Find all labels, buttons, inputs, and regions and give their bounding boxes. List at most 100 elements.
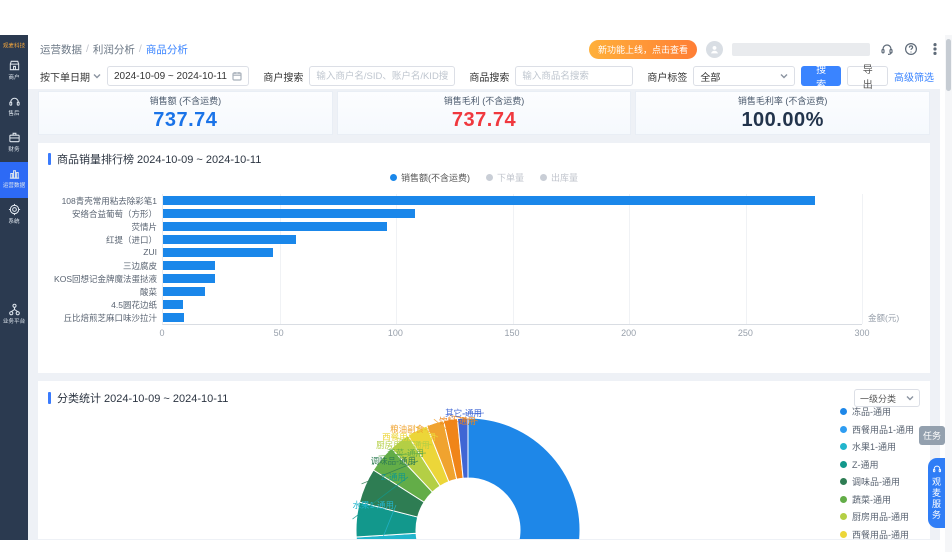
- bar-row: 荧情片: [131, 220, 862, 233]
- axis-tick: 300: [854, 328, 870, 338]
- date-range-value: 2024-10-09 ~ 2024-10-11: [114, 70, 227, 82]
- legend-dot: [839, 460, 847, 468]
- sidebar-item-label: 运营数据: [2, 182, 26, 189]
- breadcrumb-item-1[interactable]: 利润分析: [93, 42, 135, 57]
- legend-label: 出库量: [551, 173, 579, 183]
- bar-category-label: 丘比焙煎芝麻口味沙拉汁: [63, 313, 157, 323]
- bar-category-label: 108青壳常用粘去除彩笔1: [61, 196, 157, 206]
- breadcrumb-item-0[interactable]: 运营数据: [40, 42, 82, 57]
- bar-row: 丘比焙煎芝麻口味沙拉汁: [63, 311, 862, 324]
- sidebar-item-4[interactable]: 系统: [0, 198, 28, 234]
- bar-value: [163, 287, 205, 296]
- donut-legend-item-5[interactable]: 蔬菜-通用: [839, 493, 914, 506]
- sidebar-item-label: 商户: [8, 74, 20, 81]
- legend-label: Z-通用: [851, 459, 879, 470]
- merchant-search-input[interactable]: [309, 66, 456, 86]
- sidebar-item-3[interactable]: 运营数据: [0, 162, 28, 198]
- calendar-icon: [232, 72, 242, 81]
- merchant-tag-label: 商户标签: [647, 72, 688, 84]
- bar-chart-icon: [9, 170, 19, 179]
- sidebar-item-5[interactable]: 业务平台: [0, 298, 28, 334]
- topbar-right: 新功能上线，点击查看: [588, 39, 942, 59]
- scrollbar-thumb[interactable]: [946, 39, 951, 91]
- kpi-band: 销售额 (不含运费) 737.74 销售毛利 (不含运费) 737.74 销售毛利率 (…: [38, 91, 931, 135]
- user-name-redacted: [732, 42, 870, 56]
- bar-chart-legend: 销售额(不含运费) 下单量 出库量: [38, 171, 930, 184]
- title-accent: [48, 153, 51, 165]
- bar-value: [163, 313, 184, 322]
- axis-tick: 200: [621, 328, 637, 338]
- product-search-input[interactable]: [515, 66, 634, 86]
- breadcrumb-separator: /: [86, 43, 89, 55]
- user-icon: [710, 45, 719, 53]
- kpi-label: 销售额 (不含运费): [149, 96, 222, 106]
- sidebar-item-2[interactable]: 财务: [0, 126, 28, 162]
- advanced-filter-link[interactable]: 高级筛选: [894, 69, 934, 84]
- bar-category-label: ZUI: [143, 247, 157, 257]
- help-icon[interactable]: [903, 42, 918, 57]
- storefront-icon: [9, 60, 19, 71]
- merchant-tag-select[interactable]: 全部: [693, 66, 795, 86]
- donut-legend-item-6[interactable]: 厨房用品-通用: [839, 510, 914, 523]
- category-statistics-card: 分类统计 2024-10-09 ~ 2024-10-11 一级分类 水果1-通用…: [38, 381, 930, 539]
- export-button[interactable]: 导出: [847, 65, 889, 91]
- bar-row: ZUI: [143, 246, 862, 259]
- legend-label: 销售额(不含运费): [400, 173, 470, 183]
- bar-category-label: 三边腐皮: [122, 261, 157, 271]
- new-feature-badge[interactable]: 新功能上线，点击查看: [588, 39, 697, 59]
- legend-label: 西餐用品-通用: [851, 529, 909, 540]
- date-range-picker[interactable]: 2024-10-09 ~ 2024-10-11: [107, 66, 250, 86]
- legend-dot: [839, 443, 847, 450]
- bar-row: 三边腐皮: [123, 259, 862, 272]
- service-float-button[interactable]: 观麦服务: [928, 458, 945, 528]
- donut-legend-item-3[interactable]: Z-通用: [839, 458, 914, 471]
- bar-row: 4.5圆花边纸: [111, 298, 862, 311]
- sidebar-item-1[interactable]: 售后: [0, 90, 28, 126]
- avatar[interactable]: [706, 40, 723, 58]
- bar-legend-item-1[interactable]: 下单量: [485, 171, 524, 184]
- headset-icon: [8, 97, 20, 106]
- service-float-label: 观麦服务: [931, 477, 941, 521]
- more-icon[interactable]: [927, 42, 942, 57]
- bar-row: 安络合益葡萄（方形）: [72, 207, 862, 220]
- sidebar: 观麦科技 商户 售后 财务 运营数据 系统 业务平台: [0, 35, 28, 540]
- axis-tick: 250: [737, 328, 753, 338]
- breadcrumb-item-2[interactable]: 商品分析: [146, 42, 188, 57]
- bar-value: [163, 209, 415, 218]
- page-scrollbar: [945, 35, 952, 552]
- axis-tick: 100: [387, 328, 403, 338]
- bar-legend-item-0[interactable]: 销售额(不含运费): [389, 171, 470, 184]
- topbar: 运营数据 / 利润分析 / 商品分析 新功能上线，点击查看: [28, 35, 942, 63]
- legend-dot: [540, 174, 547, 181]
- kpi-card-2: 销售毛利率 (不含运费) 100.00%: [635, 91, 931, 135]
- chevron-down-icon: [93, 74, 101, 79]
- bar-section-title: 商品销量排行榜 2024-10-09 ~ 2024-10-11: [48, 151, 261, 167]
- org-icon: [8, 303, 20, 316]
- donut-chart: [352, 412, 581, 539]
- merchant-search-label: 商户搜索: [263, 72, 304, 84]
- legend-dot: [839, 478, 847, 485]
- search-button[interactable]: 搜索: [800, 65, 842, 91]
- axis-tick: 150: [504, 328, 520, 338]
- donut-callout-label: Z-通用: [380, 472, 406, 482]
- bar-row: 酸菜: [140, 285, 862, 298]
- sidebar-item-label: 系统: [8, 218, 20, 225]
- donut-legend-item-1[interactable]: 西餐用品1-通用: [839, 423, 914, 436]
- sidebar-item-label: 业务平台: [2, 318, 26, 325]
- donut-legend-item-2[interactable]: 水果1-通用: [839, 440, 914, 453]
- donut-legend-item-0[interactable]: 冻品-通用: [839, 405, 914, 418]
- bar-legend-item-2[interactable]: 出库量: [540, 171, 578, 184]
- bar-row: 红提（进口）: [106, 233, 862, 246]
- donut-legend-item-7[interactable]: 西餐用品-通用: [839, 528, 914, 540]
- bar-category-label: 酸菜: [139, 287, 157, 297]
- donut-callout-label: 粮油副食-通用: [390, 424, 444, 434]
- legend-label: 蔬菜-通用: [851, 494, 891, 505]
- customer-service-icon[interactable]: [879, 42, 894, 57]
- sidebar-item-0[interactable]: 商户: [0, 54, 28, 90]
- task-float-button[interactable]: 任务: [918, 426, 945, 445]
- sidebar-nav: 商户售后 财务运营数据系统业务平台: [0, 54, 28, 334]
- bar-chart: 108青壳常用粘去除彩笔1 安络合益葡萄（方形） 荧情片 红提（进口） ZUI 三边腐皮 K…: [50, 194, 930, 338]
- donut-callout-label: 其它-通用: [445, 408, 482, 418]
- date-type-select[interactable]: 按下单日期: [40, 69, 101, 84]
- donut-legend-item-4[interactable]: 调味品-通用: [839, 475, 914, 488]
